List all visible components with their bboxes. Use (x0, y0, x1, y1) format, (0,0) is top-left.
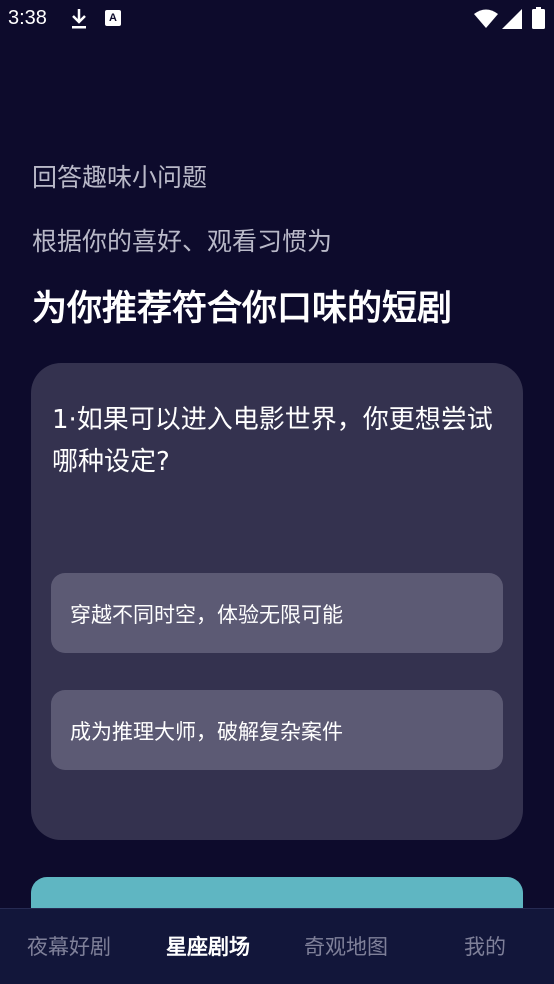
answer-option-label: 成为推理大师，破解复杂案件 (70, 720, 343, 744)
intro-line-2: 根据你的喜好、观看习惯为 (32, 227, 333, 256)
a-notification-icon: A (105, 10, 121, 26)
battery-icon (532, 7, 545, 29)
answer-option-label: 穿越不同时空，体验无限可能 (70, 603, 343, 627)
answer-option-2[interactable]: 成为推理大师，破解复杂案件 (51, 690, 503, 770)
wifi-icon (474, 9, 498, 28)
intro-line-1: 回答趣味小问题 (32, 163, 208, 192)
nav-tab-3[interactable]: 奇观地图 (304, 931, 388, 961)
signal-icon (502, 9, 522, 29)
download-icon (72, 9, 86, 29)
question-text: 1·如果可以进入电影世界，你更想尝试哪种设定? (52, 405, 493, 477)
quiz-screen: 3:38 A 回答趣味小问题 根据你的喜好、观看习惯为 为你推荐符合你口味的短剧… (0, 0, 554, 984)
status-time: 3:38 (8, 7, 47, 29)
page-headline: 为你推荐符合你口味的短剧 (32, 289, 453, 329)
answer-option-1[interactable]: 穿越不同时空，体验无限可能 (51, 573, 503, 653)
status-bar: 3:38 A (0, 0, 554, 38)
bottom-nav: 夜幕好剧 星座剧场 奇观地图 我的 (0, 908, 554, 984)
question-card: 1·如果可以进入电影世界，你更想尝试哪种设定? 穿越不同时空，体验无限可能 成为… (31, 363, 523, 840)
nav-tab-2[interactable]: 星座剧场 (166, 931, 250, 961)
nav-tab-1[interactable]: 夜幕好剧 (27, 931, 111, 961)
nav-tab-4[interactable]: 我的 (464, 931, 506, 961)
